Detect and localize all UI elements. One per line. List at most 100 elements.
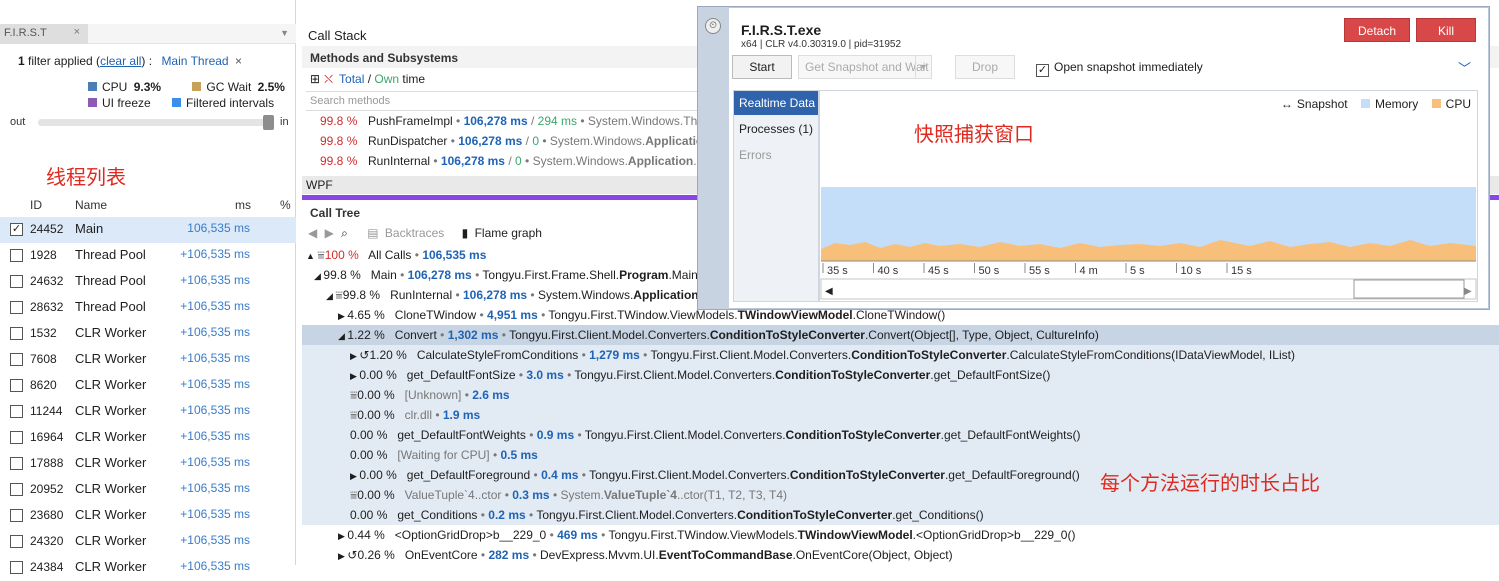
- cpu-swatch: [88, 82, 97, 91]
- back-icon[interactable]: ◀: [308, 226, 317, 240]
- thread-checkbox[interactable]: [10, 301, 23, 314]
- zoom-slider[interactable]: [38, 119, 274, 126]
- tab-errors[interactable]: Errors: [734, 143, 818, 167]
- expand-arrow-icon[interactable]: ▶: [350, 371, 359, 381]
- thread-row[interactable]: 11244 CLR Worker +106,535 ms: [0, 399, 296, 425]
- close-icon[interactable]: ×: [74, 26, 80, 38]
- call-tree-node: ▶ ↺1.20 % CalculateStyleFromConditions •…: [350, 348, 1295, 362]
- thread-row[interactable]: 1532 CLR Worker +106,535 ms: [0, 321, 296, 347]
- thread-row[interactable]: 24632 Thread Pool +106,535 ms: [0, 269, 296, 295]
- forward-icon[interactable]: ▶: [325, 226, 334, 240]
- thread-checkbox[interactable]: [10, 535, 23, 548]
- own-toggle[interactable]: Own: [374, 72, 399, 86]
- thread-row[interactable]: 28632 Thread Pool +106,535 ms: [0, 295, 296, 321]
- thread-row[interactable]: 20952 CLR Worker +106,535 ms: [0, 477, 296, 503]
- call-tree-row[interactable]: ⩸0.00 % [Unknown] • 2.6 ms: [302, 385, 1499, 405]
- col-id[interactable]: ID: [30, 198, 42, 212]
- thread-checkbox[interactable]: [10, 457, 23, 470]
- flame-graph-button[interactable]: Flame graph: [475, 226, 542, 240]
- thread-row[interactable]: 24384 CLR Worker +106,535 ms: [0, 555, 296, 581]
- pin-icon[interactable]: ⏲: [705, 18, 721, 34]
- total-toggle[interactable]: Total: [339, 72, 364, 86]
- call-tree-ms: 0.2 ms: [488, 508, 526, 522]
- expand-arrow-icon[interactable]: ▶: [350, 351, 359, 361]
- tab-first[interactable]: F.I.R.S.T ×: [0, 24, 88, 44]
- thread-checkbox[interactable]: [10, 431, 23, 444]
- thread-name: Thread Pool: [75, 273, 146, 288]
- expand-arrow-icon[interactable]: ▲: [306, 251, 317, 261]
- thread-checkbox[interactable]: [10, 379, 23, 392]
- backtraces-button[interactable]: Backtraces: [385, 226, 444, 240]
- open-snapshot-checkbox[interactable]: ✓ Open snapshot immediately: [1036, 60, 1203, 77]
- thread-id: 20952: [30, 482, 64, 496]
- thread-checkbox[interactable]: [10, 327, 23, 340]
- expand-arrow-icon[interactable]: ◢: [338, 331, 347, 341]
- checkbox-icon[interactable]: ✓: [1036, 64, 1049, 77]
- drop-button[interactable]: Drop: [955, 55, 1015, 79]
- thread-row[interactable]: 24320 CLR Worker +106,535 ms: [0, 529, 296, 555]
- thread-checkbox[interactable]: [10, 249, 23, 262]
- tab-realtime-data[interactable]: Realtime Data: [734, 91, 818, 115]
- call-tree-row[interactable]: ▶ 0.44 % <OptionGridDrop>b__229_0 • 469 …: [302, 525, 1499, 545]
- thread-checkbox[interactable]: [10, 405, 23, 418]
- call-tree-signature: .<OptionGridDrop>b__229_0(): [912, 528, 1076, 542]
- call-tree-row[interactable]: 0.00 % [Waiting for CPU] • 0.5 ms: [302, 445, 1499, 465]
- call-tree-row[interactable]: ▶ ↺0.26 % OnEventCore • 282 ms • DevExpr…: [302, 545, 1499, 565]
- kill-button[interactable]: Kill: [1416, 18, 1476, 42]
- remove-filter-icon[interactable]: ×: [235, 54, 242, 68]
- col-name[interactable]: Name: [75, 198, 107, 212]
- call-tree-row[interactable]: ◢ 1.22 % Convert • 1,302 ms • Tongyu.Fir…: [302, 325, 1499, 345]
- zoom-slider-thumb[interactable]: [263, 115, 274, 130]
- method-name: RunDispatcher: [368, 134, 448, 148]
- scroll-right-icon[interactable]: ▶: [1464, 286, 1472, 297]
- col-ms[interactable]: ms: [235, 198, 251, 212]
- thread-row[interactable]: 1928 Thread Pool +106,535 ms: [0, 243, 296, 269]
- expand-arrow-icon[interactable]: ▶: [338, 311, 347, 321]
- chevron-down-icon[interactable]: ▼: [915, 56, 931, 78]
- expand-arrow-icon[interactable]: ▶: [350, 471, 359, 481]
- thread-row[interactable]: 7608 CLR Worker +106,535 ms: [0, 347, 296, 373]
- chevron-down-icon[interactable]: ▼: [280, 28, 289, 38]
- thread-checkbox[interactable]: [10, 353, 23, 366]
- expand-arrow-icon[interactable]: ▶: [338, 531, 347, 541]
- thread-row[interactable]: ✓ 24452 Main 106,535 ms: [0, 217, 296, 243]
- detach-button[interactable]: Detach: [1344, 18, 1410, 42]
- call-tree-row[interactable]: ▶ 0.00 % get_DefaultFontSize • 3.0 ms • …: [302, 365, 1499, 385]
- call-tree-row[interactable]: 0.00 % get_DefaultFontWeights • 0.9 ms •…: [302, 425, 1499, 445]
- expand-arrow-icon[interactable]: ◢: [314, 271, 323, 281]
- start-button[interactable]: Start: [732, 55, 792, 79]
- thread-row[interactable]: 23680 CLR Worker +106,535 ms: [0, 503, 296, 529]
- search-methods-input[interactable]: Search methods: [306, 91, 726, 111]
- thread-row[interactable]: 17888 CLR Worker +106,535 ms: [0, 451, 296, 477]
- thread-checkbox[interactable]: [10, 509, 23, 522]
- col-pct[interactable]: %: [280, 198, 291, 212]
- expand-chevron-icon[interactable]: ﹀: [1458, 58, 1471, 77]
- legend-row-2: UI freeze Filtered intervals: [88, 96, 274, 110]
- timeline-scroll-thumb[interactable]: [1353, 279, 1465, 299]
- thread-row[interactable]: 8620 CLR Worker +106,535 ms: [0, 373, 296, 399]
- thread-checkbox[interactable]: [10, 561, 23, 574]
- scroll-left-icon[interactable]: ◀: [825, 286, 833, 297]
- time-tick-label: 50 s: [979, 265, 1000, 277]
- clear-all-link[interactable]: clear all: [100, 54, 141, 68]
- expand-arrow-icon[interactable]: ▶: [338, 551, 347, 561]
- search-icon[interactable]: ⌕: [341, 226, 348, 240]
- filter-icon[interactable]: ⛌: [324, 72, 333, 86]
- thread-checkbox[interactable]: ✓: [10, 223, 23, 236]
- thread-checkbox[interactable]: [10, 275, 23, 288]
- tab-processes[interactable]: Processes (1): [734, 117, 818, 141]
- expand-arrow-icon[interactable]: ◢: [326, 291, 335, 301]
- thread-row[interactable]: 16964 CLR Worker +106,535 ms: [0, 425, 296, 451]
- call-tree-pct: 0.00 %: [357, 408, 395, 422]
- call-tree-node: 0.00 % [Waiting for CPU] • 0.5 ms: [350, 448, 538, 462]
- filter-suffix: ) :: [141, 54, 153, 68]
- call-tree-row[interactable]: 0.00 % get_Conditions • 0.2 ms • Tongyu.…: [302, 505, 1499, 525]
- get-snapshot-button[interactable]: Get Snapshot and Wait ▼: [798, 55, 932, 79]
- methods-subsystems-title: Methods and Subsystems: [310, 51, 459, 65]
- call-tree-pct: 0.00 %: [359, 368, 397, 382]
- call-tree-row[interactable]: ⩸0.00 % clr.dll • 1.9 ms: [302, 405, 1499, 425]
- tree-icon[interactable]: ⊞: [310, 72, 320, 86]
- thread-checkbox[interactable]: [10, 483, 23, 496]
- filter-value[interactable]: Main Thread: [161, 54, 228, 68]
- call-tree-row[interactable]: ▶ ↺1.20 % CalculateStyleFromConditions •…: [302, 345, 1499, 365]
